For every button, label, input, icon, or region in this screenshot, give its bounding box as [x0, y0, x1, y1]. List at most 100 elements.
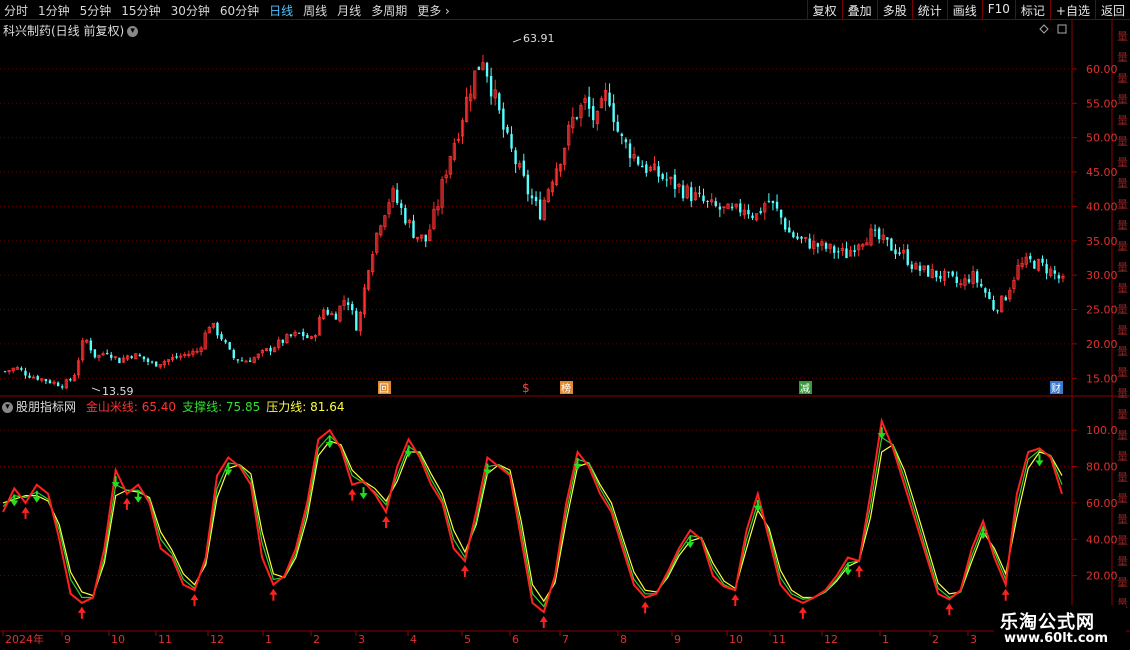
chevron-down-icon[interactable]: ▾	[127, 26, 139, 37]
candle-body	[890, 238, 893, 251]
candle-body	[824, 243, 828, 249]
candle-body	[963, 278, 967, 286]
period-tab[interactable]: 日线	[269, 4, 293, 18]
event-marker: 榜	[561, 382, 571, 395]
candle-body	[865, 242, 869, 246]
price-tick-label: 15.00	[1086, 372, 1118, 385]
candle-body	[264, 348, 269, 352]
candle-body	[432, 208, 436, 229]
candle-body	[362, 287, 367, 315]
indicator-tick-label: 80.00	[1086, 461, 1118, 474]
period-tab[interactable]: 月线	[337, 4, 361, 18]
candle-body	[848, 250, 853, 257]
candle-body	[252, 357, 256, 363]
right-strip-glyph: 量	[1117, 51, 1128, 64]
candle-body	[534, 196, 538, 202]
candle-body	[1008, 289, 1012, 300]
sell-arrow-icon	[325, 436, 334, 449]
candle-body	[175, 356, 178, 358]
period-tab[interactable]: 60分钟	[220, 4, 259, 18]
sell-arrow-icon	[753, 499, 762, 512]
period-tab[interactable]: 30分钟	[171, 4, 210, 18]
toolbar-action-button[interactable]: 多股	[876, 0, 912, 19]
candle-body	[358, 311, 363, 332]
candle-body	[460, 120, 465, 137]
toolbar-action-button[interactable]: 叠加	[841, 0, 877, 19]
candle-body	[926, 265, 930, 277]
period-tab[interactable]: 周线	[303, 4, 327, 18]
sell-arrow-icon	[877, 427, 886, 440]
candle-body	[947, 271, 950, 273]
candle-body	[465, 96, 469, 122]
candle-body	[951, 271, 954, 276]
candle-body	[481, 62, 485, 70]
candle-body	[1024, 256, 1028, 265]
toolbar-action-button[interactable]: 统计	[911, 0, 947, 19]
candle-body	[942, 271, 947, 281]
candle-body	[69, 379, 72, 381]
candle-body	[595, 110, 599, 125]
watermark-url: www.60lt.com	[1004, 631, 1109, 646]
price-tick-label: 35.00	[1086, 235, 1118, 248]
sell-arrow-icon	[686, 536, 695, 549]
candle-body	[563, 147, 567, 165]
candle-body	[1029, 255, 1032, 260]
period-toolbar: 分时 1分钟 5分钟 15分钟 30分钟 60分钟 日线 周线 月线 多周期 更多 › 复权 叠加 多股…	[0, 0, 1130, 20]
candle-body	[636, 156, 640, 165]
event-marker-box	[378, 381, 391, 394]
candle-body	[526, 174, 530, 195]
candle-body	[297, 332, 301, 334]
indicator-legend: 金山米线: 65.40 支撑线: 75.85 压力线: 81.64	[80, 400, 345, 414]
candle-body	[97, 354, 101, 358]
toolbar-action-button[interactable]: +自选	[1049, 0, 1095, 19]
period-tab[interactable]: 多周期	[371, 4, 407, 18]
period-tab[interactable]: 更多 ›	[417, 4, 450, 18]
period-tab[interactable]: 5分钟	[80, 4, 112, 18]
toolbar-action-button[interactable]: F10	[981, 0, 1015, 19]
indicator-legend-item: 压力线: 81.64	[266, 400, 345, 414]
candle-body	[939, 275, 942, 279]
candle-body	[260, 349, 264, 354]
sell-arrow-icon	[134, 490, 143, 503]
toolbar-action-button[interactable]: 复权	[806, 0, 842, 19]
candle-body	[101, 353, 105, 356]
candle-body	[387, 202, 391, 215]
candle-body	[804, 236, 808, 239]
candle-body	[910, 264, 914, 269]
candle-body	[845, 248, 848, 259]
time-tick-label: 12	[210, 633, 224, 646]
candle-body	[906, 249, 909, 265]
right-strip-glyph: 量	[1117, 282, 1128, 295]
period-tab[interactable]: 15分钟	[121, 4, 160, 18]
indicator-menu-icon[interactable]: ▾	[2, 402, 13, 413]
sell-arrow-icon	[843, 563, 852, 576]
toolbar-action-button[interactable]: 返回	[1094, 0, 1130, 19]
sell-arrow-icon	[1035, 454, 1044, 467]
buy-arrow-icon	[641, 601, 650, 614]
candle-body	[477, 66, 481, 70]
period-tab[interactable]: 分时	[4, 4, 28, 18]
price-tick-label: 55.00	[1086, 97, 1118, 110]
candle-body	[216, 322, 219, 336]
right-strip-glyph: 量	[1117, 471, 1128, 484]
stock-title-bar: 科兴制药(日线 前复权) ▾	[3, 22, 139, 39]
stock-title: 科兴制药(日线 前复权)	[3, 24, 125, 38]
candle-body	[930, 269, 934, 279]
candle-body	[313, 335, 318, 338]
candle-body	[407, 219, 412, 223]
right-strip-glyph: 量	[1117, 345, 1128, 358]
candle-body	[657, 166, 660, 177]
toolbar-action-button[interactable]: 标记	[1014, 0, 1050, 19]
candle-body	[28, 375, 31, 378]
candle-body	[669, 176, 673, 180]
pressure-line	[2, 440, 1063, 603]
candle-body	[240, 360, 244, 362]
candle-body	[211, 322, 215, 328]
candle-body	[632, 154, 636, 159]
toolbar-action-button[interactable]: 画线	[946, 0, 982, 19]
low-pointer	[91, 387, 101, 392]
candle-body	[628, 143, 632, 159]
candle-body	[816, 243, 820, 247]
period-tab[interactable]: 1分钟	[38, 4, 70, 18]
event-marker-box	[799, 381, 812, 394]
